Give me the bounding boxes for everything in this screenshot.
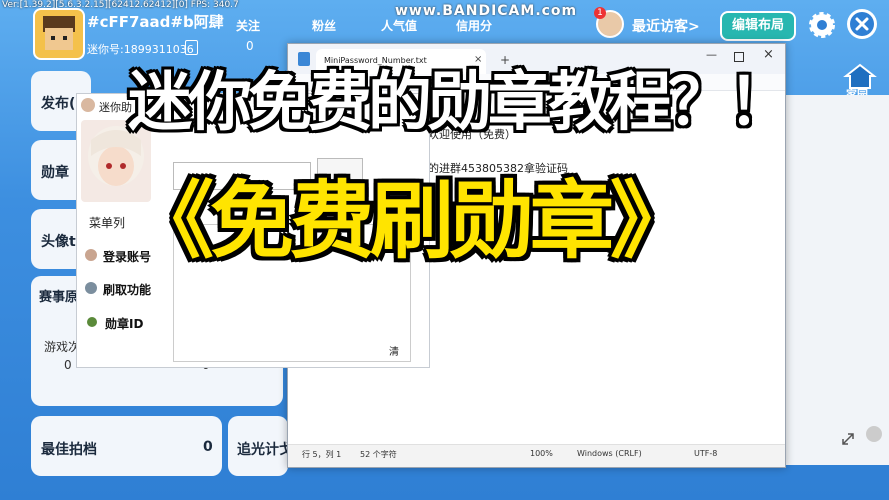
card-best-photo-label: 最佳拍档 [41, 442, 97, 458]
recent-visitors-link[interactable]: 最近访客> [632, 16, 700, 36]
settings-button[interactable] [806, 9, 838, 41]
timer-icon[interactable] [866, 426, 882, 442]
card-chase-light-label: 追光计戈 [237, 442, 293, 458]
menu-item-badge-id[interactable]: 勋章ID [105, 315, 143, 332]
card-avatar-label: 头像t [41, 234, 76, 250]
profile-name: #cFF7aad#b阿肆 [87, 13, 224, 31]
card-left-value: 0 [64, 358, 72, 372]
menu-item-refresh[interactable]: 刷取功能 [103, 281, 151, 298]
card-season-label: 赛事原 [39, 290, 79, 305]
minimize-button[interactable]: — [706, 48, 717, 61]
status-zoom: 100% [530, 449, 553, 458]
expand-icon[interactable] [842, 430, 854, 445]
clear-button[interactable]: 清 [389, 343, 399, 358]
profile-id: 迷你号:1899311036 [87, 43, 194, 56]
overlay-headline: 迷你免费的勋章教程？！ [128, 66, 792, 140]
status-encoding: UTF-8 [694, 449, 718, 458]
edit-layout-button[interactable]: 编辑布局 [720, 11, 796, 41]
stat-popularity-label: 人气值 [381, 19, 418, 33]
home-button[interactable]: 家园 [842, 62, 878, 101]
refresh-icon [85, 282, 97, 294]
visitor-count-badge: 1 [594, 7, 606, 19]
status-position: 行 5，列 1 [302, 450, 342, 459]
avatar-face-icon [43, 16, 75, 50]
stat-fans-label: 粉丝 [312, 19, 337, 33]
tool-menu-title: 菜单列 [89, 216, 126, 230]
card-best-photo-value: 0 [203, 439, 213, 455]
status-chars: 52 个字符 [360, 450, 397, 459]
stat-credit-label: 信用分 [456, 19, 493, 33]
close-button[interactable] [847, 9, 877, 39]
maximize-button[interactable] [734, 52, 744, 62]
card-publish-label: 发布( [41, 96, 76, 112]
close-icon [850, 12, 874, 36]
card-badge-label: 勋章 [41, 165, 69, 181]
right-side-panel [784, 95, 889, 465]
login-icon [85, 249, 97, 261]
tool-app-icon [81, 98, 95, 112]
card-game-label: 游戏次 [44, 340, 81, 354]
badge-id-icon [87, 317, 97, 327]
avatar[interactable] [33, 8, 85, 60]
window-close-button[interactable]: × [763, 47, 774, 62]
status-eol: Windows (CRLF) [577, 449, 642, 458]
stat-follow-label: 关注 [236, 19, 261, 33]
stat-follow-value: 0 [246, 39, 254, 53]
gear-icon [809, 12, 835, 38]
copy-icon[interactable] [185, 40, 198, 55]
overlay-subhead: 《免费刷勋章》 [130, 172, 694, 270]
